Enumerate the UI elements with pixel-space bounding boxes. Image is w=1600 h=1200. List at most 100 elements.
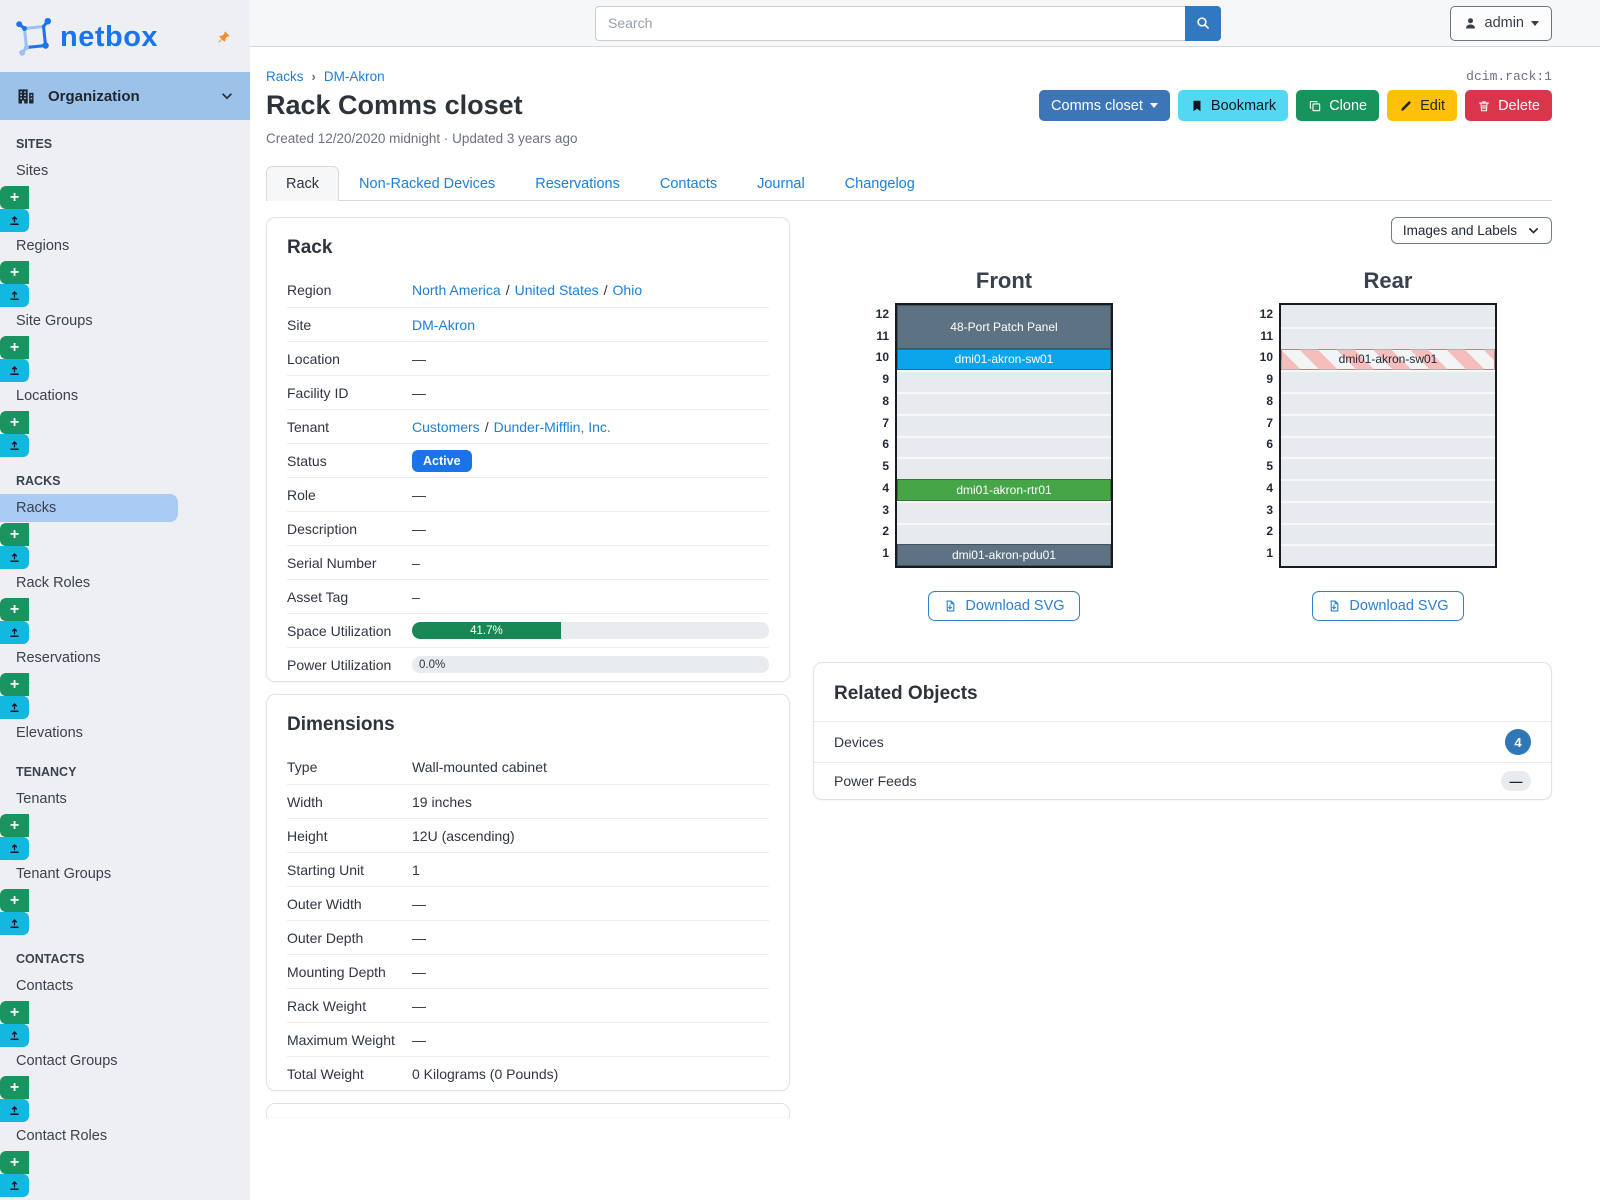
search-input[interactable]	[595, 5, 1185, 41]
rack-slot[interactable]	[1281, 413, 1495, 436]
attribute-link[interactable]: Dunder-Mifflin, Inc.	[494, 419, 611, 435]
attribute-link[interactable]: DM-Akron	[412, 317, 475, 333]
add-button[interactable]: +	[0, 814, 29, 837]
rack-slot[interactable]	[897, 457, 1111, 479]
attribute-link[interactable]: United States	[515, 282, 599, 298]
import-button[interactable]	[0, 1024, 29, 1047]
rack-slot[interactable]	[1281, 500, 1495, 523]
sidebar-item-rack-roles[interactable]: Rack Roles	[0, 569, 250, 597]
attribute-link[interactable]: North America	[412, 282, 501, 298]
sidebar-item-contact-roles[interactable]: Contact Roles	[0, 1122, 250, 1150]
sidebar-item-locations[interactable]: Locations	[0, 382, 250, 410]
import-button[interactable]	[0, 359, 29, 382]
search-button[interactable]	[1185, 5, 1221, 41]
sidebar-item-label: Contact Groups	[16, 1053, 118, 1069]
rack-device[interactable]: dmi01-akron-pdu01	[897, 544, 1111, 566]
add-button[interactable]: +	[0, 1076, 29, 1099]
import-button[interactable]	[0, 284, 29, 307]
sidebar-item-contact-groups[interactable]: Contact Groups	[0, 1047, 250, 1075]
rack-device[interactable]: dmi01-akron-rtr01	[897, 479, 1111, 501]
rear-download-svg-button[interactable]: Download SVG	[1312, 591, 1464, 621]
add-button[interactable]: +	[0, 1001, 29, 1024]
rack-slot[interactable]	[1281, 305, 1495, 327]
tab-non-racked-devices[interactable]: Non-Racked Devices	[339, 166, 515, 201]
comms-closet-button[interactable]: Comms closet	[1039, 90, 1170, 121]
rack-slot[interactable]	[897, 392, 1111, 414]
add-button[interactable]: +	[0, 523, 29, 546]
add-button[interactable]: +	[0, 673, 29, 696]
add-button[interactable]: +	[0, 261, 29, 284]
rack-device[interactable]: dmi01-akron-sw01	[897, 348, 1111, 371]
add-button[interactable]: +	[0, 889, 29, 912]
attribute-value: 0.0%	[412, 656, 769, 673]
breadcrumb-link[interactable]: Racks	[266, 69, 304, 84]
sidebar-item-tenants[interactable]: Tenants	[0, 785, 250, 813]
delete-button[interactable]: Delete	[1465, 90, 1552, 121]
elevation-view-select[interactable]: Images and Labels	[1390, 217, 1552, 244]
front-rack-diagram[interactable]: 48-Port Patch Panel dmi01-akron-sw01 dmi01…	[895, 303, 1113, 568]
add-button[interactable]: +	[0, 411, 29, 434]
search-icon	[1195, 15, 1211, 31]
sidebar-item-elevations[interactable]: Elevations	[0, 719, 250, 747]
import-button[interactable]	[0, 837, 29, 860]
tab-rack[interactable]: Rack	[266, 166, 340, 201]
import-button[interactable]	[0, 1099, 29, 1122]
rack-slot[interactable]	[1281, 370, 1495, 392]
sidebar-item-regions[interactable]: Regions	[0, 232, 250, 260]
breadcrumb-link[interactable]: DM-Akron	[324, 69, 385, 84]
add-button[interactable]: +	[0, 1151, 29, 1174]
rack-slot[interactable]	[1281, 392, 1495, 414]
import-button[interactable]	[0, 912, 29, 935]
add-button[interactable]: +	[0, 186, 29, 209]
import-button[interactable]	[0, 546, 29, 569]
sidebar-item-site-groups[interactable]: Site Groups	[0, 307, 250, 335]
tab-changelog[interactable]: Changelog	[825, 166, 935, 201]
rack-slot[interactable]	[1281, 457, 1495, 479]
rack-slot[interactable]	[1281, 326, 1495, 349]
import-button[interactable]	[0, 209, 29, 232]
sidebar-item-tenant-groups[interactable]: Tenant Groups	[0, 860, 250, 888]
related-count-badge: 4	[1505, 729, 1531, 755]
import-button[interactable]	[0, 621, 29, 644]
attribute-row: Type Wall-mounted cabinet	[287, 750, 769, 784]
tab-journal[interactable]: Journal	[737, 166, 825, 201]
user-menu-button[interactable]: admin	[1449, 5, 1552, 41]
rack-device[interactable]: dmi01-akron-sw01	[1281, 348, 1495, 371]
bookmark-button[interactable]: Bookmark	[1177, 90, 1289, 121]
import-button[interactable]	[0, 1174, 29, 1197]
sidebar-item-racks[interactable]: Racks	[0, 494, 178, 522]
add-button[interactable]: +	[0, 336, 29, 359]
attribute-link[interactable]: Ohio	[613, 282, 643, 298]
rack-slot[interactable]	[1281, 479, 1495, 501]
import-button[interactable]	[0, 434, 29, 457]
pin-icon[interactable]	[216, 29, 232, 45]
brand[interactable]: netbox	[0, 0, 250, 72]
rack-slot[interactable]	[897, 500, 1111, 523]
rack-device[interactable]: 48-Port Patch Panel	[897, 305, 1111, 349]
next-panel-edge	[266, 1103, 790, 1117]
sidebar-section-organization[interactable]: Organization	[0, 72, 250, 120]
rack-slot[interactable]	[897, 370, 1111, 392]
sidebar-item-contacts[interactable]: Contacts	[0, 972, 250, 1000]
rear-rack-diagram[interactable]: dmi01-akron-sw01	[1279, 303, 1497, 568]
rack-slot[interactable]	[897, 413, 1111, 436]
import-button[interactable]	[0, 696, 29, 719]
tab-contacts[interactable]: Contacts	[640, 166, 737, 201]
related-object-row[interactable]: Devices 4	[814, 721, 1551, 762]
rack-slot[interactable]	[1281, 544, 1495, 566]
attribute-link[interactable]: Customers	[412, 419, 480, 435]
front-download-svg-button[interactable]: Download SVG	[928, 591, 1080, 621]
tab-reservations[interactable]: Reservations	[515, 166, 640, 201]
rack-slot[interactable]	[897, 522, 1111, 545]
rack-slot[interactable]	[897, 435, 1111, 458]
clone-button[interactable]: Clone	[1296, 90, 1380, 121]
edit-button[interactable]: Edit	[1387, 90, 1458, 121]
rack-slot[interactable]	[1281, 435, 1495, 458]
rack-slot[interactable]	[1281, 522, 1495, 545]
attribute-label: Outer Depth	[287, 929, 364, 946]
attribute-row: Space Utilization 41.7%	[287, 613, 769, 647]
sidebar-item-sites[interactable]: Sites	[0, 157, 250, 185]
sidebar-item-reservations[interactable]: Reservations	[0, 644, 250, 672]
related-object-row[interactable]: Power Feeds —	[814, 762, 1551, 799]
add-button[interactable]: +	[0, 598, 29, 621]
